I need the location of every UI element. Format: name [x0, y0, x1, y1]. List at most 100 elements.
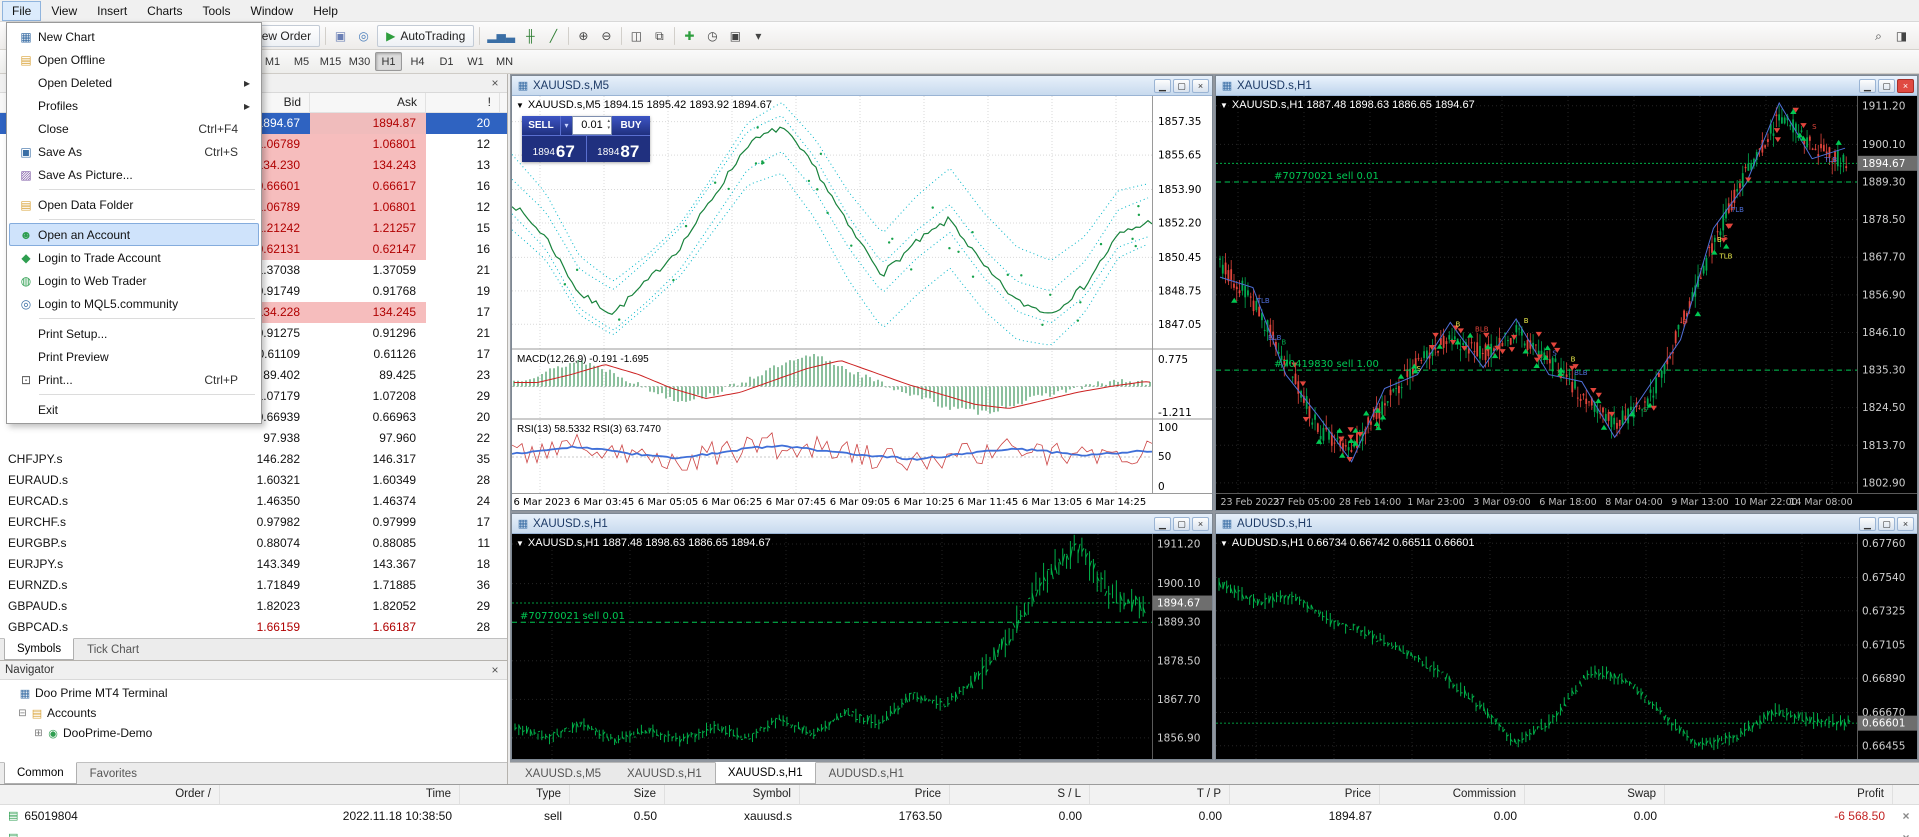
- file-menu-item[interactable]: Exit: [9, 398, 259, 421]
- minimize-button[interactable]: ▁: [1859, 79, 1876, 93]
- zoom-in-icon[interactable]: ⊕: [572, 25, 595, 47]
- restore-button[interactable]: ▢: [1878, 517, 1895, 531]
- tile-windows-icon[interactable]: ◫: [625, 25, 648, 47]
- timeframe-m30[interactable]: M30: [346, 52, 373, 71]
- market-watch-row[interactable]: EURJPY.s 143.349 143.367 18: [0, 554, 507, 575]
- chart-titlebar[interactable]: ▦ AUDUSD.s,H1 ▁ ▢ ×: [1216, 514, 1917, 534]
- templates-icon[interactable]: ▣: [724, 25, 747, 47]
- market-watch-row[interactable]: EURCAD.s 1.46350 1.46374 24: [0, 491, 507, 512]
- timeframe-d1[interactable]: D1: [433, 52, 460, 71]
- toolbar-item[interactable]: [325, 27, 326, 45]
- close-icon[interactable]: ×: [488, 664, 502, 676]
- tab-symbols[interactable]: Symbols: [4, 638, 74, 660]
- chevron-down-icon[interactable]: ▾: [560, 116, 572, 135]
- market-watch-row[interactable]: CHFJPY.s 146.282 146.317 35: [0, 449, 507, 470]
- menu-tools[interactable]: Tools: [193, 1, 241, 21]
- navigator-tree-item[interactable]: ⊟ ▤ Accounts: [0, 703, 507, 723]
- file-menu-item[interactable]: Open Deleted ▸: [9, 71, 259, 94]
- terminal-column-header[interactable]: S / L: [950, 785, 1090, 804]
- close-position-icon[interactable]: ×: [1893, 827, 1919, 837]
- chevron-down-icon[interactable]: ▾: [747, 25, 770, 47]
- close-position-icon[interactable]: ×: [1893, 805, 1919, 827]
- cascade-windows-icon[interactable]: ⧉: [648, 25, 671, 47]
- candlestick-chart-icon[interactable]: ╫: [519, 25, 542, 47]
- file-menu-item[interactable]: ▤ Open Offline: [9, 48, 259, 71]
- restore-button[interactable]: ▢: [1173, 517, 1190, 531]
- terminal-column-header[interactable]: Time: [220, 785, 460, 804]
- file-menu-item[interactable]: ◎ Login to MQL5.community: [9, 292, 259, 315]
- tab-favorites[interactable]: Favorites: [77, 763, 150, 784]
- timeframe-m15[interactable]: M15: [317, 52, 344, 71]
- chart-titlebar[interactable]: ▦ XAUUSD.s,H1 ▁ ▢ ×: [1216, 76, 1917, 96]
- market-watch-row[interactable]: EURGBP.s 0.88074 0.88085 11: [0, 533, 507, 554]
- navigator-tree-item[interactable]: ▦ Doo Prime MT4 Terminal: [0, 683, 507, 703]
- toolbar-item[interactable]: [568, 27, 569, 45]
- terminal-column-header[interactable]: T / P: [1090, 785, 1230, 804]
- terminal-column-header[interactable]: Type: [460, 785, 570, 804]
- market-watch-row[interactable]: 97.938 97.960 22: [0, 428, 507, 449]
- terminal-column-header[interactable]: Price: [800, 785, 950, 804]
- file-menu-item[interactable]: ⊡ Print... Ctrl+P: [9, 368, 259, 391]
- chart-titlebar[interactable]: ▦ XAUUSD.s,M5 ▁ ▢ ×: [512, 76, 1212, 96]
- search-icon[interactable]: ⌕: [1867, 25, 1890, 47]
- minimize-button[interactable]: ▁: [1859, 517, 1876, 531]
- close-icon[interactable]: ×: [488, 77, 502, 89]
- toolbar-item[interactable]: [674, 27, 675, 45]
- file-menu-item[interactable]: [9, 391, 259, 398]
- expert-advisors-icon[interactable]: ◎: [352, 25, 375, 47]
- price-chart-canvas[interactable]: 23 Feb 202327 Feb 05:0028 Feb 14:001 Mar…: [1216, 96, 1917, 510]
- close-button[interactable]: ×: [1897, 79, 1914, 93]
- bar-chart-icon[interactable]: ▂▅▃: [483, 25, 519, 47]
- file-menu-item[interactable]: ☻ Open an Account: [9, 223, 259, 246]
- file-menu-item[interactable]: ▨ Save As Picture...: [9, 163, 259, 186]
- menu-view[interactable]: View: [41, 1, 87, 21]
- timeframe-m1[interactable]: M1: [259, 52, 286, 71]
- terminal-column-header[interactable]: Price: [1230, 785, 1380, 804]
- panels-icon[interactable]: ◨: [1890, 25, 1913, 47]
- menu-file[interactable]: File: [2, 1, 41, 21]
- file-menu-item[interactable]: Print Setup...: [9, 322, 259, 345]
- close-button[interactable]: ×: [1192, 79, 1209, 93]
- terminal-column-header[interactable]: Symbol: [665, 785, 800, 804]
- volume-spinner[interactable]: ▴ ▾: [607, 118, 610, 132]
- terminal-column-header[interactable]: Swap: [1525, 785, 1665, 804]
- file-menu-item[interactable]: ▣ Save As Ctrl+S: [9, 140, 259, 163]
- terminal-column-header[interactable]: Commission: [1380, 785, 1525, 804]
- price-chart-canvas[interactable]: 1911.201900.101889.301878.501867.701856.…: [512, 534, 1212, 759]
- market-watch-row[interactable]: EURNZD.s 1.71849 1.71885 36: [0, 575, 507, 596]
- timeframe-h1[interactable]: H1: [375, 52, 402, 71]
- menu-charts[interactable]: Charts: [137, 1, 192, 21]
- file-menu-item[interactable]: Profiles ▸: [9, 94, 259, 117]
- column-header-ask[interactable]: Ask: [310, 93, 426, 112]
- menu-insert[interactable]: Insert: [87, 1, 137, 21]
- ask-price-display[interactable]: 1894 87: [586, 136, 651, 162]
- close-button[interactable]: ×: [1897, 517, 1914, 531]
- bid-price-display[interactable]: 1894 67: [522, 136, 586, 162]
- file-menu-item[interactable]: Print Preview: [9, 345, 259, 368]
- file-menu-item[interactable]: [9, 216, 259, 223]
- timeframe-h4[interactable]: H4: [404, 52, 431, 71]
- zoom-out-icon[interactable]: ⊖: [595, 25, 618, 47]
- autotrading-button[interactable]: ▶ AutoTrading: [377, 25, 474, 47]
- file-menu-item[interactable]: [9, 315, 259, 322]
- chart-tab-xauusd-m5[interactable]: XAUUSD.s,M5: [512, 763, 614, 784]
- tab-common[interactable]: Common: [4, 762, 77, 784]
- periods-icon[interactable]: ◷: [701, 25, 724, 47]
- toolbar-item[interactable]: [621, 27, 622, 45]
- tab-tick-chart[interactable]: Tick Chart: [74, 639, 152, 660]
- file-menu-item[interactable]: Close Ctrl+F4: [9, 117, 259, 140]
- order-row[interactable]: ▤ ×: [0, 827, 1919, 837]
- terminal-column-header[interactable]: Profit: [1665, 785, 1893, 804]
- terminal-column-header[interactable]: Size: [570, 785, 665, 804]
- restore-button[interactable]: ▢: [1878, 79, 1895, 93]
- indicators-icon[interactable]: ✚: [678, 25, 701, 47]
- file-menu-item[interactable]: [9, 186, 259, 193]
- restore-button[interactable]: ▢: [1173, 79, 1190, 93]
- file-menu-item[interactable]: ◆ Login to Trade Account: [9, 246, 259, 269]
- terminal-column-header[interactable]: Order /: [0, 785, 220, 804]
- market-watch-row[interactable]: GBPCAD.s 1.66159 1.66187 28: [0, 617, 507, 638]
- price-chart-canvas[interactable]: 0.677600.675400.673250.671050.668900.666…: [1216, 534, 1917, 759]
- menu-help[interactable]: Help: [303, 1, 348, 21]
- market-watch-row[interactable]: EURCHF.s 0.97982 0.97999 17: [0, 512, 507, 533]
- chart-titlebar[interactable]: ▦ XAUUSD.s,H1 ▁ ▢ ×: [512, 514, 1212, 534]
